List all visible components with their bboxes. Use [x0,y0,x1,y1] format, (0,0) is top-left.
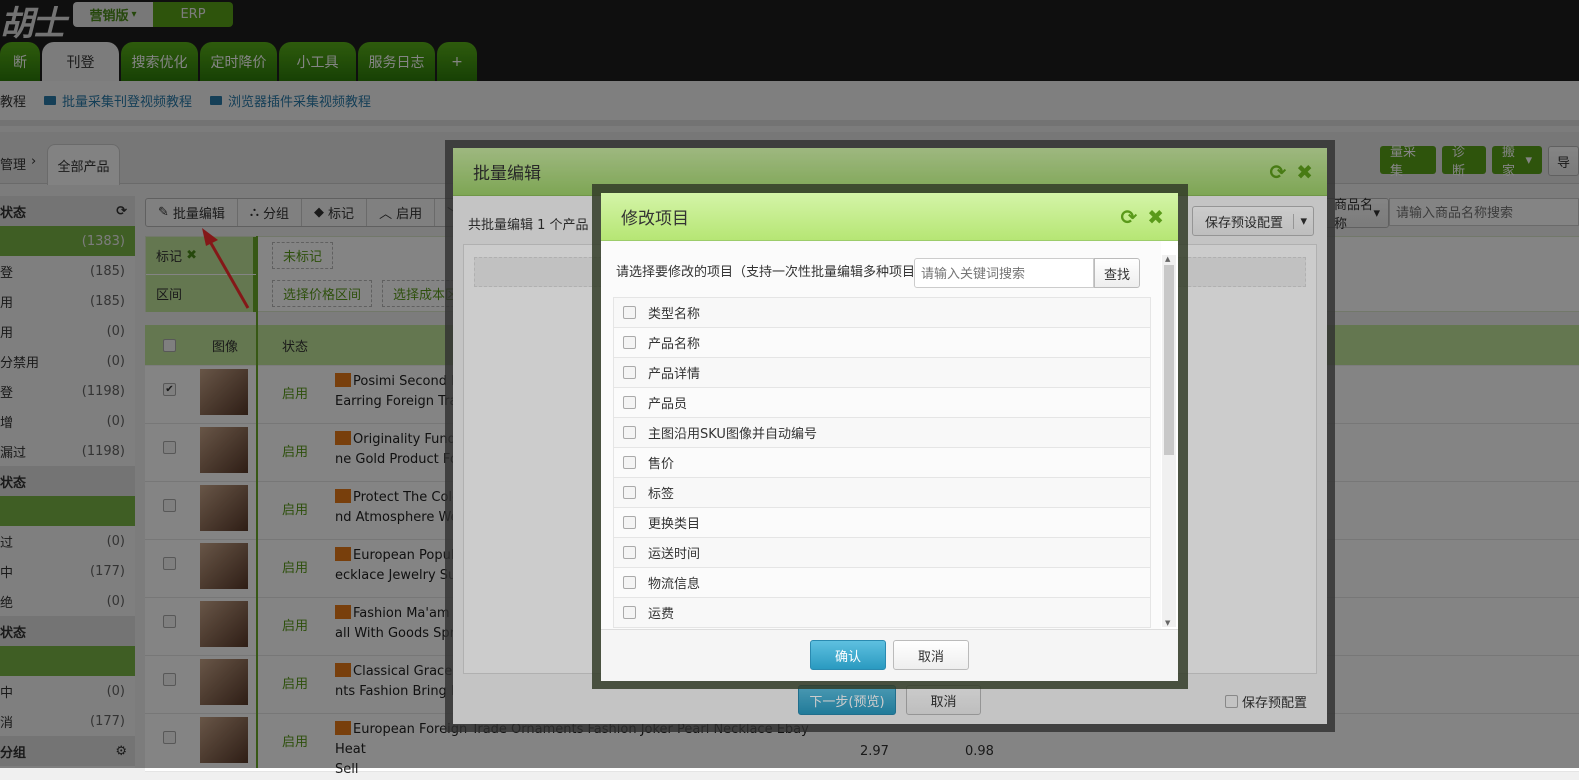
item-label: 售价 [648,457,675,472]
cancel-button[interactable]: 取消 [893,640,969,670]
keyword-search-input[interactable] [914,258,1094,288]
modify-items-modal: 修改项目 ⟳ ✖ 请选择要修改的项目（支持一次性批量编辑多种项目 查找 类型名称产… [601,193,1178,681]
refresh-icon[interactable]: ⟳ [1120,205,1137,229]
item-checkbox[interactable] [623,486,636,499]
item-body: 请选择要修改的项目（支持一次性批量编辑多种项目 查找 类型名称产品名称产品详情产… [601,241,1161,629]
item-option[interactable]: 产品员 [613,388,1151,418]
item-option[interactable]: 更换类目 [613,508,1151,538]
item-option[interactable]: 运送时间 [613,538,1151,568]
item-label: 物流信息 [648,577,701,592]
item-checkbox[interactable] [623,516,636,529]
item-checkbox[interactable] [623,366,636,379]
item-option[interactable]: 产品详情 [613,358,1151,388]
item-checkbox[interactable] [623,426,636,439]
item-label: 运送时间 [648,547,701,562]
scroll-up-icon[interactable]: ▲ [1165,255,1170,263]
close-icon[interactable]: ✖ [1147,205,1164,229]
item-label: 产品详情 [648,367,701,382]
item-option[interactable]: 售价 [613,448,1151,478]
item-option[interactable]: 产品名称 [613,328,1151,358]
item-option[interactable]: 运费 [613,598,1151,628]
item-checkbox[interactable] [623,336,636,349]
item-checkbox[interactable] [623,576,636,589]
item-label: 标签 [648,487,675,502]
item-list: 类型名称产品名称产品详情产品员主图沿用SKU图像并自动编号 售价标签更换类目运送时… [613,297,1151,628]
scrollbar[interactable]: ▲ ▼ [1162,255,1176,627]
item-footer: 确认 取消 [601,629,1178,681]
find-button[interactable]: 查找 [1094,258,1140,288]
scrollbar-thumb[interactable] [1164,265,1174,455]
item-label: 更换类目 [648,517,701,532]
item-label: 产品员 [648,397,688,412]
item-checkbox[interactable] [623,606,636,619]
modal-title: 修改项目 [621,209,689,229]
item-checkbox[interactable] [623,546,636,559]
item-prompt: 请选择要修改的项目（支持一次性批量编辑多种项目 [616,265,916,280]
item-label: 运费 [648,607,675,622]
item-label: 主图沿用SKU图像并自动编号 [648,427,817,442]
scroll-down-icon[interactable]: ▼ [1165,619,1170,627]
item-option[interactable]: 类型名称 [613,298,1151,328]
item-label: 类型名称 [648,307,701,322]
item-checkbox[interactable] [623,456,636,469]
item-option[interactable]: 物流信息 [613,568,1151,598]
item-option[interactable]: 主图沿用SKU图像并自动编号 [613,418,1151,448]
item-option[interactable]: 标签 [613,478,1151,508]
item-checkbox[interactable] [623,306,636,319]
keyword-search: 查找 [914,258,1140,288]
item-checkbox[interactable] [623,396,636,409]
item-label: 产品名称 [648,337,701,352]
confirm-button[interactable]: 确认 [810,640,886,670]
